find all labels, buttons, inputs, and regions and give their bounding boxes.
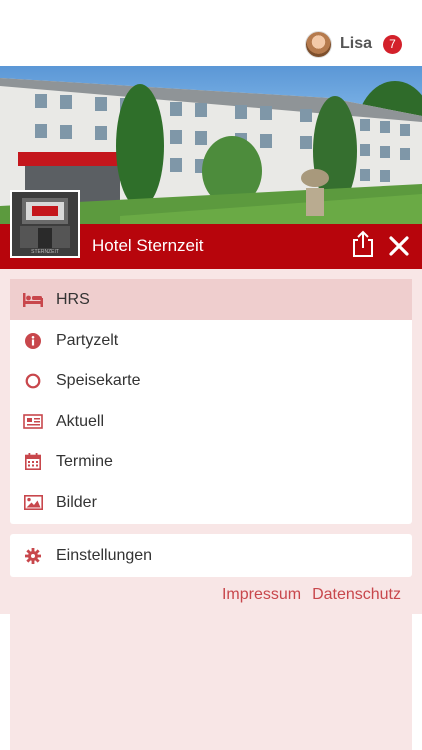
- menu-item-label: Partyzelt: [56, 331, 119, 349]
- share-button[interactable]: [351, 230, 375, 258]
- hotel-name: Hotel Sternzeit: [92, 236, 204, 255]
- menu-item-label: Aktuell: [56, 412, 105, 430]
- share-icon: [353, 230, 373, 257]
- hotel-thumbnail: STERNZEIT: [10, 190, 80, 258]
- notification-badge[interactable]: 7: [383, 34, 402, 54]
- image-icon: [23, 493, 43, 513]
- info-icon: [23, 331, 43, 351]
- close-icon: [389, 236, 409, 256]
- thumbnail-caption: STERNZEIT: [31, 249, 59, 255]
- menu-item-label: Speisekarte: [56, 371, 141, 389]
- calendar-icon: [23, 452, 43, 472]
- newspaper-icon: [23, 412, 43, 432]
- circle-icon: [23, 371, 43, 391]
- menu-item-aktuell[interactable]: Aktuell: [10, 401, 412, 442]
- avatar[interactable]: [304, 30, 332, 58]
- menu-item-label: Bilder: [56, 493, 97, 511]
- menu-panel-lower: [10, 614, 412, 750]
- top-bar: Lisa 7: [0, 0, 422, 66]
- menu-list: HRS Partyzelt Speisekarte Aktuell Termin…: [10, 279, 412, 524]
- datenschutz-link[interactable]: Datenschutz: [312, 586, 401, 604]
- menu-item-label: Termine: [56, 452, 113, 470]
- menu-item-label: Einstellungen: [56, 546, 153, 564]
- menu-item-hrs[interactable]: HRS: [10, 279, 412, 320]
- footer-links: Impressum Datenschutz: [211, 586, 401, 604]
- menu-item-einstellungen[interactable]: Einstellungen: [10, 535, 412, 576]
- user-name[interactable]: Lisa: [340, 35, 372, 53]
- settings-card: Einstellungen: [10, 534, 412, 577]
- user-profile[interactable]: Lisa 7: [304, 30, 402, 58]
- gear-icon: [23, 546, 43, 566]
- menu-item-partyzelt[interactable]: Partyzelt: [10, 320, 412, 361]
- menu-item-bilder[interactable]: Bilder: [10, 482, 412, 523]
- menu-item-termine[interactable]: Termine: [10, 441, 412, 482]
- impressum-link[interactable]: Impressum: [222, 586, 301, 604]
- bed-icon: [23, 290, 43, 310]
- menu-item-speisekarte[interactable]: Speisekarte: [10, 360, 412, 401]
- close-button[interactable]: [386, 233, 412, 259]
- menu-item-label: HRS: [56, 290, 90, 308]
